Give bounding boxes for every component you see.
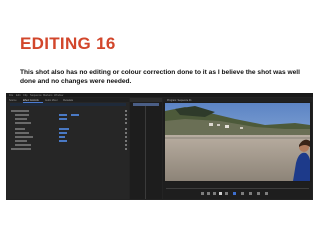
scrub-bar[interactable] xyxy=(166,188,309,189)
mini-timeline[interactable] xyxy=(130,98,162,199)
editor-screenshot: File Edit Clip Sequence Markers Window S… xyxy=(6,93,313,200)
insert-icon[interactable] xyxy=(233,192,236,195)
play-icon[interactable] xyxy=(219,192,222,195)
tab-program[interactable]: Program: Sequence 01 xyxy=(167,99,192,102)
transport-controls xyxy=(201,192,291,196)
settings-icon[interactable] xyxy=(265,192,268,195)
active-tab-indicator xyxy=(23,101,43,103)
monitor-controls xyxy=(163,182,312,199)
slide: EDITING 16 This shot also has no editing… xyxy=(0,0,320,240)
mark-out-icon[interactable] xyxy=(207,192,210,195)
effect-controls-panel: Source Effect Controls Audio Mixer Metad… xyxy=(7,98,129,199)
slide-body-text: This shot also has no editing or colour … xyxy=(20,69,300,85)
menu-edit[interactable]: Edit xyxy=(16,94,20,97)
tab-audio-mixer[interactable]: Audio Mixer xyxy=(45,99,58,102)
left-panel-tabs: Source Effect Controls Audio Mixer Metad… xyxy=(7,98,129,103)
extract-icon[interactable] xyxy=(249,192,252,195)
menu-markers[interactable]: Markers xyxy=(43,94,52,97)
menu-file[interactable]: File xyxy=(9,94,13,97)
slide-title: EDITING 16 xyxy=(20,34,116,53)
clip-header xyxy=(10,103,126,106)
clip-bar[interactable] xyxy=(133,103,159,106)
tab-source[interactable]: Source xyxy=(9,99,17,102)
export-frame-icon[interactable] xyxy=(257,192,260,195)
menu-bar: File Edit Clip Sequence Markers Window xyxy=(6,93,313,97)
mini-timeline-ruler xyxy=(130,98,162,102)
mark-in-icon[interactable] xyxy=(201,192,204,195)
tab-metadata[interactable]: Metadata xyxy=(63,99,73,102)
lift-icon[interactable] xyxy=(241,192,244,195)
step-forward-icon[interactable] xyxy=(225,192,228,195)
playhead-line xyxy=(145,106,146,199)
menu-clip[interactable]: Clip xyxy=(23,94,27,97)
beach-scene-image xyxy=(165,103,310,181)
program-monitor: Program: Sequence 01 xyxy=(163,98,312,199)
menu-sequence[interactable]: Sequence xyxy=(30,94,42,97)
video-frame xyxy=(165,103,310,181)
program-monitor-tabs: Program: Sequence 01 xyxy=(163,98,312,102)
menu-window[interactable]: Window xyxy=(54,94,63,97)
step-back-icon[interactable] xyxy=(213,192,216,195)
